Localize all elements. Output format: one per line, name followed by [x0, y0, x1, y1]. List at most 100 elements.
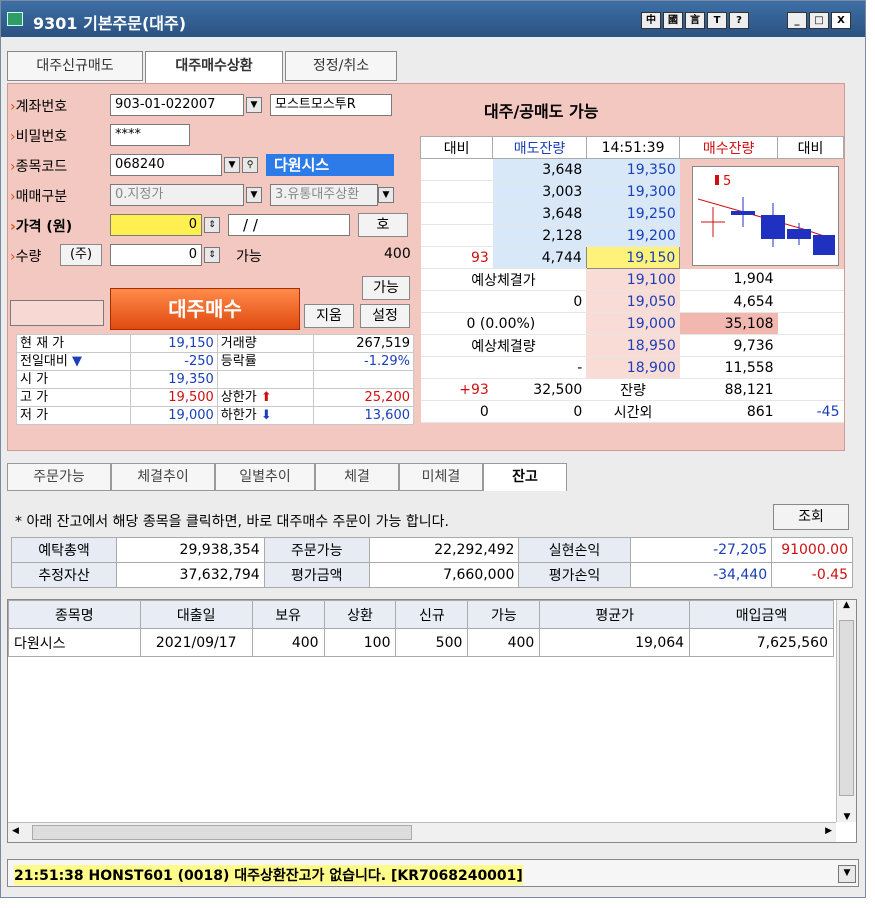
type-select-2[interactable]: 3.유통대주상환 — [270, 184, 378, 206]
account-dropdown-icon[interactable]: ▼ — [246, 97, 262, 113]
hoga-header-cell: 대비 — [777, 136, 844, 159]
quote-label: 시 가 — [15, 370, 132, 389]
tab-fill-trend[interactable]: 체결추이 — [111, 463, 215, 491]
type-dropdown-icon[interactable]: ▼ — [246, 187, 262, 203]
price-input[interactable]: 0 — [110, 214, 202, 236]
account-input[interactable]: 903-01-022007 — [110, 94, 244, 116]
type2-dropdown-icon[interactable]: ▼ — [378, 187, 394, 203]
balance-table: 예탁총액 29,938,354 주문가능 22,292,492 실현손익 -27… — [10, 537, 853, 588]
quote-label: 하한가 ⬇ — [216, 406, 314, 425]
down-arrow-icon: ⬇ — [260, 407, 272, 423]
title-btn-2[interactable]: 國 — [663, 12, 683, 29]
tab-modify-cancel[interactable]: 정정/취소 — [285, 51, 397, 81]
price-stepper-icon[interactable]: ⇕ — [204, 217, 220, 233]
scroll-down-icon[interactable]: ▼ — [837, 812, 857, 822]
order-panel: ›계좌번호 903-01-022007 ▼ 모스트모스투R ›비밀번호 ****… — [7, 83, 845, 451]
password-label: ›비밀번호 — [10, 129, 68, 145]
mini-candle-chart: 5 — [692, 166, 839, 266]
status-message: 21:51:38 HONST601 (0018) 대주상환잔고가 없습니다. [… — [14, 865, 523, 885]
query-button[interactable]: 조회 — [773, 504, 849, 530]
quote-row: 현 재 가 19,150 거래량 267,519 — [15, 334, 415, 353]
setting-button[interactable]: 설정 — [360, 304, 410, 328]
qty-stepper-icon[interactable]: ⇕ — [204, 247, 220, 263]
help-icon[interactable]: ? — [729, 12, 749, 29]
exp-price-value: 0 — [420, 290, 587, 313]
horizontal-scrollbar[interactable]: ◀ ▶ — [8, 822, 836, 842]
account-label: ›계좌번호 — [10, 99, 68, 115]
password-input[interactable]: **** — [110, 124, 190, 146]
code-dropdown-icon[interactable]: ▼ — [224, 157, 240, 173]
h-scroll-thumb[interactable] — [32, 825, 412, 840]
holdings-grid: 종목명 대출일 보유 상환 신규 가능 평균가 매입금액 다원시스 2021/0… — [7, 599, 857, 843]
type-select[interactable]: 0.지정가 — [110, 184, 244, 206]
hoga-header-cell: 매도잔량 — [492, 136, 587, 159]
quote-label: 고 가 — [15, 388, 132, 407]
title-bar: 9301 기본주문(대주) 中 國 言 T ? _ □ X — [1, 1, 865, 37]
high-price: 19,500 — [130, 388, 218, 407]
quote-label: 등락률 — [216, 352, 314, 371]
quote-empty — [312, 370, 415, 389]
up-arrow-icon: ⬆ — [260, 389, 272, 405]
buy-row[interactable]: 0 19,050 4,654 — [420, 290, 844, 313]
quote-label: 저 가 — [15, 406, 132, 425]
candle-svg: 5 — [697, 174, 835, 255]
tab-order-avail[interactable]: 주문가능 — [7, 463, 111, 491]
quote-row: 고 가 19,500 상한가 ⬆ 25,200 — [15, 388, 415, 407]
exp-vol-label: 예상체결량 — [420, 334, 587, 357]
minimize-button[interactable]: _ — [787, 12, 807, 29]
scroll-up-icon[interactable]: ▲ — [837, 600, 856, 610]
upper-limit: 25,200 — [312, 388, 415, 407]
tab-daily-trend[interactable]: 일별추이 — [215, 463, 315, 491]
buy-button[interactable]: 대주매수 — [110, 288, 300, 330]
notice-text: * 아래 잔고에서 해당 종목을 클릭하면, 바로 대주매수 주문이 가능 합니… — [15, 514, 449, 530]
quote-table: 현 재 가 19,150 거래량 267,519 전일대비 ▼ -250 등락률… — [15, 334, 415, 425]
marker — [715, 175, 719, 185]
buy-row[interactable]: 0 (0.00%) 19,000 35,108 — [420, 312, 844, 335]
balance-row: 추정자산 37,632,794 평가금액 7,660,000 평가손익 -34,… — [10, 562, 853, 588]
qty-label: ›수량 — [10, 249, 42, 265]
tab-unfilled[interactable]: 미체결 — [399, 463, 483, 491]
qty-input[interactable]: 0 — [110, 244, 202, 266]
title-btn-1[interactable]: 中 — [641, 12, 661, 29]
title-btn-3[interactable]: 言 — [685, 12, 705, 29]
current-price: 19,150 — [130, 334, 218, 353]
holdings-table: 종목명 대출일 보유 상환 신규 가능 평균가 매입금액 다원시스 2021/0… — [8, 600, 834, 657]
vertical-scrollbar[interactable]: ▲ ▼ — [836, 600, 856, 822]
scroll-left-icon[interactable]: ◀ — [12, 826, 19, 836]
search-icon[interactable]: ⚲ — [242, 157, 258, 173]
table-row[interactable]: 다원시스 2021/09/17 400 100 500 400 19,064 7… — [8, 628, 834, 657]
candle-body — [787, 229, 811, 239]
quote-label: 상한가 ⬆ — [216, 388, 314, 407]
date-input[interactable]: / / — [228, 214, 350, 236]
title-btn-4[interactable]: T — [707, 12, 727, 29]
tab-new-short[interactable]: 대주신규매도 — [7, 51, 143, 81]
maximize-button[interactable]: □ — [809, 12, 829, 29]
quote-row: 저 가 19,000 하한가 ⬇ 13,600 — [15, 406, 415, 425]
chart-label: 5 — [723, 174, 731, 189]
lower-limit: 13,600 — [312, 406, 415, 425]
quote-label: 현 재 가 — [15, 334, 132, 353]
quote-label: 전일대비 ▼ — [15, 352, 132, 371]
hoga-header: 대비 매도잔량 14:51:39 매수잔량 대비 — [419, 136, 844, 159]
buy-row[interactable]: -18,900 11,558 — [420, 356, 844, 379]
scroll-thumb[interactable] — [839, 620, 854, 796]
after-hours-row: 0 0 시간외 861 -45 — [420, 400, 844, 423]
open-price: 19,350 — [130, 370, 218, 389]
qty-unit-button[interactable]: (주) — [60, 244, 102, 266]
tick-button[interactable]: 호 — [358, 213, 408, 237]
status-dropdown-icon[interactable]: ▼ — [838, 865, 856, 883]
scroll-right-icon[interactable]: ▶ — [825, 826, 832, 836]
tab-balance[interactable]: 잔고 — [483, 463, 567, 491]
tab-short-repay[interactable]: 대주매수상환 — [145, 51, 283, 83]
exp-vol-value: - — [420, 356, 587, 379]
change-value: -250 — [130, 352, 218, 371]
tab-fills[interactable]: 체결 — [315, 463, 399, 491]
buy-row[interactable]: 예상체결가 19,100 1,904 — [420, 268, 844, 291]
buy-row[interactable]: 예상체결량 18,950 9,736 — [420, 334, 844, 357]
low-price: 19,000 — [130, 406, 218, 425]
clear-button[interactable]: 지움 — [304, 304, 354, 328]
avail-button[interactable]: 가능 — [362, 276, 410, 300]
code-input[interactable]: 068240 — [110, 154, 222, 176]
account-name: 모스트모스투R — [270, 94, 392, 116]
close-button[interactable]: X — [831, 12, 851, 29]
